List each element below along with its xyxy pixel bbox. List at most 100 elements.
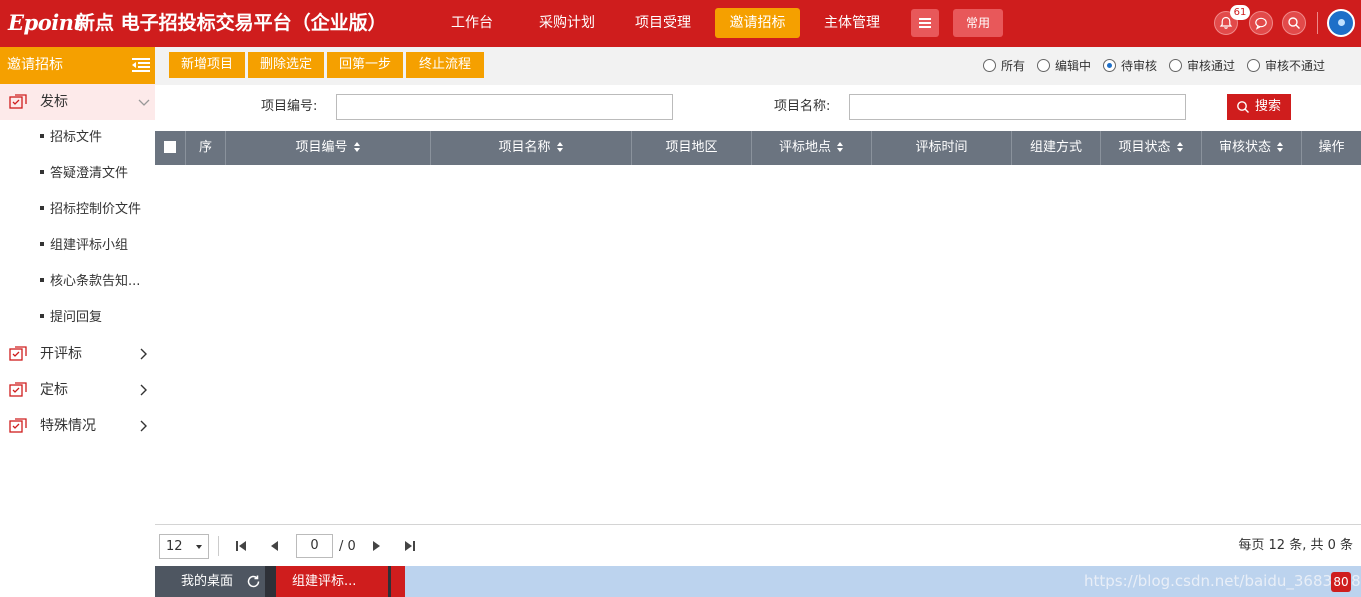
delete-selected-button[interactable]: 删除选定	[248, 52, 324, 78]
filter-label: 待审核	[1121, 59, 1158, 73]
search-icon	[1237, 101, 1249, 113]
column-formation-method: 组建方式	[1012, 131, 1101, 165]
pager-divider	[218, 536, 219, 556]
search-icon[interactable]	[1282, 11, 1306, 35]
column-review-status[interactable]: 审核状态	[1202, 131, 1302, 165]
search-button[interactable]: 搜索	[1227, 94, 1291, 120]
select-all-checkbox[interactable]	[155, 131, 186, 165]
project-code-input[interactable]	[336, 94, 673, 120]
nav-workbench[interactable]: 工作台	[437, 8, 507, 38]
filter-editing-radio[interactable]: 编辑中	[1037, 58, 1091, 74]
add-project-button[interactable]: 新增项目	[169, 52, 245, 78]
page-size-select[interactable]: 12	[159, 534, 209, 559]
filter-approved-radio[interactable]: 审核通过	[1169, 58, 1235, 74]
back-to-first-step-button[interactable]: 回第一步	[327, 52, 403, 78]
column-label: 序	[198, 140, 212, 155]
chevron-right-icon	[140, 384, 147, 396]
action-toolbar: 新增项目 删除选定 回第一步 终止流程 所有 编辑中 待审核 审核通过 审核不通…	[155, 47, 1361, 85]
total-pages: / 0	[339, 539, 356, 554]
nav-invite-tender[interactable]: 邀请招标	[715, 8, 800, 38]
first-page-icon[interactable]	[234, 539, 248, 553]
column-project-status[interactable]: 项目状态	[1101, 131, 1202, 165]
pagination-summary: 每页 12 条, 共 0 条	[1238, 538, 1353, 553]
checklist-icon	[9, 346, 27, 361]
column-label: 评标时间	[915, 140, 968, 155]
next-page-icon[interactable]	[369, 539, 383, 553]
column-label: 操作	[1318, 140, 1345, 155]
close-tab-badge[interactable]: 80	[1331, 572, 1351, 592]
sidebar-item-clarification[interactable]: 答疑澄清文件	[40, 156, 152, 192]
filter-all-radio[interactable]: 所有	[983, 58, 1025, 74]
filter-label: 所有	[1001, 59, 1026, 73]
common-button[interactable]: 常用	[953, 9, 1003, 37]
sidebar-group-label: 发标	[40, 94, 68, 110]
my-desktop-tab[interactable]: 我的桌面	[155, 566, 265, 597]
sidebar-item-label: 招标文件	[50, 130, 103, 145]
checklist-icon	[9, 382, 27, 397]
notification-badge: 61	[1230, 5, 1250, 20]
bottom-taskbar: 我的桌面 组建评标... https://blog.csdn.net/baidu…	[155, 566, 1361, 597]
project-name-input[interactable]	[849, 94, 1186, 120]
search-button-label: 搜索	[1254, 99, 1281, 114]
sidebar-item-question-reply[interactable]: 提问回复	[40, 300, 152, 336]
refresh-icon[interactable]	[246, 574, 261, 589]
sidebar-group-dingbiao[interactable]: 定标	[0, 372, 155, 408]
column-label: 项目编号	[295, 140, 348, 155]
chevron-down-icon	[196, 545, 202, 549]
current-page-input[interactable]: 0	[296, 534, 333, 558]
platform-title: 新点 电子招投标交易平台（企业版）	[76, 12, 387, 34]
column-project-name[interactable]: 项目名称	[431, 131, 632, 165]
watermark-text: https://blog.csdn.net/baidu_36836080	[1084, 572, 1361, 590]
nav-project-acceptance[interactable]: 项目受理	[622, 8, 704, 38]
last-page-icon[interactable]	[403, 539, 417, 553]
sidebar-item-evaluation-team[interactable]: 组建评标小组	[40, 228, 152, 264]
sidebar-item-control-price[interactable]: 招标控制价文件	[40, 192, 152, 228]
column-label: 审核状态	[1218, 140, 1271, 155]
collapse-sidebar-icon[interactable]	[132, 57, 150, 73]
chevron-right-icon	[140, 348, 147, 360]
sort-icon	[353, 141, 361, 152]
filter-pending-review-radio[interactable]: 待审核	[1103, 58, 1157, 74]
column-label: 项目名称	[498, 140, 551, 155]
tab-divider	[388, 566, 391, 597]
open-tab-evaluation-team[interactable]: 组建评标...	[265, 566, 405, 597]
column-label: 项目状态	[1118, 140, 1171, 155]
sidebar-item-label: 核心条款告知...	[50, 274, 141, 289]
sidebar-group-special[interactable]: 特殊情况	[0, 408, 155, 444]
sidebar-item-core-terms[interactable]: 核心条款告知...	[40, 264, 152, 300]
chat-icon[interactable]	[1249, 11, 1273, 35]
menu-icon[interactable]	[911, 9, 939, 37]
project-name-label: 项目名称:	[774, 99, 831, 114]
column-evaluation-time: 评标时间	[872, 131, 1012, 165]
column-actions: 操作	[1302, 131, 1361, 165]
column-label: 评标地点	[778, 140, 831, 155]
sidebar-header: 邀请招标	[0, 47, 155, 84]
column-index: 序	[186, 131, 226, 165]
epoint-logo[interactable]: Epoint	[8, 10, 83, 36]
column-label: 项目地区	[665, 140, 718, 155]
desktop-label: 我的桌面	[181, 574, 234, 589]
column-project-code[interactable]: 项目编号	[226, 131, 431, 165]
sidebar-group-label: 开评标	[40, 346, 82, 362]
app-root: Epoint 新点 电子招投标交易平台（企业版） 工作台 采购计划 项目受理 邀…	[0, 0, 1361, 597]
filter-label: 审核不通过	[1265, 59, 1326, 73]
nav-procurement-plan[interactable]: 采购计划	[525, 8, 609, 38]
sidebar-item-label: 招标控制价文件	[50, 202, 142, 217]
sidebar-title: 邀请招标	[7, 57, 63, 73]
terminate-process-button[interactable]: 终止流程	[406, 52, 484, 78]
avatar[interactable]	[1327, 9, 1355, 37]
column-evaluation-location[interactable]: 评标地点	[752, 131, 872, 165]
sort-icon	[837, 141, 844, 152]
filter-rejected-radio[interactable]: 审核不通过	[1247, 58, 1325, 74]
sidebar-item-label: 答疑澄清文件	[50, 166, 129, 181]
checklist-icon	[9, 418, 27, 433]
column-label: 组建方式	[1029, 140, 1082, 155]
nav-entity-management[interactable]: 主体管理	[811, 8, 893, 38]
sidebar-group-kaipingbiao[interactable]: 开评标	[0, 336, 155, 372]
sort-icon	[1277, 141, 1284, 152]
sidebar-item-tender-file[interactable]: 招标文件	[40, 120, 152, 156]
prev-page-icon[interactable]	[268, 539, 282, 553]
column-project-region: 项目地区	[632, 131, 752, 165]
sidebar-group-fabiao[interactable]: 发标	[0, 84, 155, 120]
chevron-down-icon	[138, 99, 150, 106]
